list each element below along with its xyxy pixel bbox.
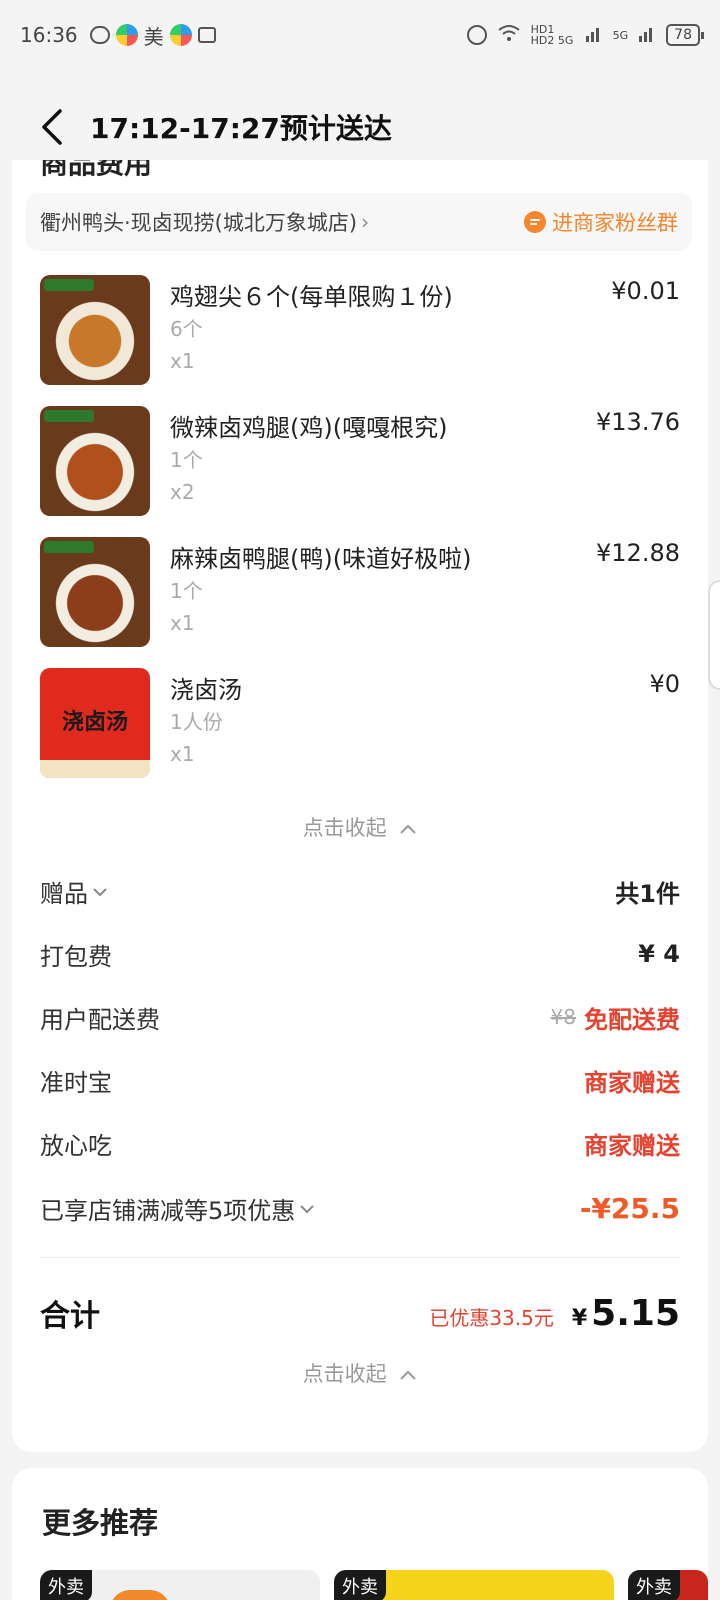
discount-label: 已享店铺满减等5项优惠	[40, 1196, 296, 1225]
app-label: 美	[143, 24, 164, 49]
fan-group-label: 进商家粉丝群	[552, 211, 678, 235]
currency-symbol: ¥	[571, 1305, 588, 1331]
wifi-icon	[497, 24, 521, 46]
list-item[interactable]: 麻辣卤鸭腿(鸭)(味道好极啦) 1个 x1 ¥12.88	[40, 537, 680, 649]
item-spec: 1个	[170, 579, 203, 603]
item-price: ¥0	[649, 670, 680, 698]
network-label-2: 5G	[612, 28, 629, 42]
store-link[interactable]: 衢州鸭头·现卤现捞(城北万象城店) ›	[40, 207, 369, 237]
packing-fee-row: 打包费 ¥ 4	[40, 934, 680, 974]
discount-row[interactable]: 已享店铺满减等5项优惠 -¥25.5	[40, 1188, 680, 1228]
order-card: 商品费用 衢州鸭头·现卤现捞(城北万象城店) › 进商家粉丝群 鸡翅尖６个(每单…	[12, 160, 708, 1452]
thumb-text: 浇卤汤	[61, 710, 128, 735]
page-title: 17:12-17:27预计送达	[90, 112, 392, 145]
side-drawer-handle[interactable]	[708, 580, 720, 690]
packing-fee-label: 打包费	[40, 942, 112, 971]
ontime-value: 商家赠送	[584, 1068, 680, 1097]
ontime-row: 准时宝 商家赠送	[40, 1060, 680, 1100]
network-label-1: HD1 HD2 5G	[530, 23, 574, 47]
delivery-fee-value: 免配送费	[584, 1005, 680, 1034]
food-image	[40, 275, 150, 385]
saved-amount: 已优惠33.5元	[429, 1305, 554, 1330]
food-image	[40, 406, 150, 516]
delivery-original-price: ¥8	[550, 1005, 576, 1029]
total-label: 合计	[40, 1299, 100, 1334]
item-price: ¥0.01	[611, 277, 680, 305]
collapse-label: 点击收起	[302, 1362, 387, 1386]
app-icon	[169, 24, 192, 46]
message-icon	[89, 26, 110, 44]
item-spec: 1人份	[170, 710, 223, 734]
safe-eat-label: 放心吃	[40, 1131, 112, 1160]
item-quantity: x1	[170, 349, 195, 373]
safe-eat-row: 放心吃 商家赠送	[40, 1123, 680, 1163]
back-arrow-icon[interactable]	[40, 107, 68, 147]
app-icon	[115, 24, 138, 46]
takeout-tag: 外卖	[334, 1570, 386, 1600]
chevron-down-icon	[92, 882, 108, 901]
safe-eat-value: 商家赠送	[584, 1131, 680, 1160]
item-name: 麻辣卤鸭腿(鸭)(味道好极啦)	[170, 545, 472, 573]
collapse-fees-button[interactable]: 点击收起	[12, 1358, 708, 1388]
item-quantity: x1	[170, 611, 195, 635]
store-row[interactable]: 衢州鸭头·现卤现捞(城北万象城店) › 进商家粉丝群	[26, 193, 692, 251]
total-right: 已优惠33.5元 ¥ 5.15	[429, 1293, 680, 1334]
recommend-tile[interactable]: 外卖	[40, 1570, 320, 1600]
item-quantity: x2	[170, 480, 195, 504]
gallery-icon	[197, 27, 216, 43]
status-time: 16:36	[20, 23, 78, 47]
status-left: 16:36 美	[20, 21, 216, 50]
gift-row[interactable]: 赠品 共1件	[40, 871, 680, 911]
gift-label: 赠品	[40, 879, 88, 908]
recommend-tile[interactable]: 外卖	[628, 1570, 708, 1600]
list-item[interactable]: 浇卤汤 浇卤汤 1人份 x1 ¥0	[40, 668, 680, 780]
gift-value: 共1件	[615, 879, 680, 908]
header: 17:12-17:27预计送达	[0, 92, 720, 162]
recommend-card: 更多推荐 外卖 外卖 外卖	[12, 1468, 708, 1600]
item-name: 浇卤汤	[170, 676, 242, 704]
ontime-label: 准时宝	[40, 1068, 112, 1097]
item-spec: 6个	[170, 317, 203, 341]
status-bar: 16:36 美 HD1 HD2 5G 5G 78	[0, 0, 720, 70]
fan-group-button[interactable]: 进商家粉丝群	[524, 207, 678, 237]
takeout-tag: 外卖	[40, 1570, 92, 1600]
recommend-title: 更多推荐	[42, 1506, 159, 1540]
chat-bubble-icon	[524, 211, 546, 233]
delivery-fee-row: 用户配送费 ¥8 免配送费	[40, 997, 680, 1037]
collapse-items-button[interactable]: 点击收起	[12, 812, 708, 842]
chevron-down-icon	[299, 1199, 315, 1218]
total-amount: 5.15	[591, 1292, 680, 1334]
item-name: 鸡翅尖６个(每单限购１份)	[170, 283, 453, 311]
signal-icon	[585, 24, 603, 46]
divider	[40, 1257, 680, 1258]
store-name: 衢州鸭头·现卤现捞(城北万象城店)	[40, 211, 358, 235]
collapse-label: 点击收起	[302, 816, 387, 840]
chevron-right-icon: ›	[361, 210, 370, 234]
delivery-fee-label: 用户配送费	[40, 1005, 160, 1034]
item-price: ¥13.76	[596, 408, 680, 436]
recommend-tile[interactable]: 外卖	[334, 1570, 614, 1600]
status-right: HD1 HD2 5G 5G 78	[466, 23, 704, 47]
item-name: 微辣卤鸡腿(鸡)(嘎嘎根究)	[170, 414, 448, 442]
chevron-up-icon	[399, 816, 417, 840]
food-image: 浇卤汤	[40, 668, 150, 778]
packing-fee-value: ¥ 4	[638, 940, 680, 968]
battery-icon: 78	[666, 24, 704, 46]
section-heading: 商品费用	[40, 160, 153, 180]
signal-icon	[638, 24, 656, 46]
item-spec: 1个	[170, 448, 203, 472]
list-item[interactable]: 鸡翅尖６个(每单限购１份) 6个 x1 ¥0.01	[40, 275, 680, 387]
item-price: ¥12.88	[596, 539, 680, 567]
alarm-icon	[466, 25, 487, 45]
list-item[interactable]: 微辣卤鸡腿(鸡)(嘎嘎根究) 1个 x2 ¥13.76	[40, 406, 680, 518]
chevron-up-icon	[399, 1362, 417, 1386]
total-row: 合计 已优惠33.5元 ¥ 5.15	[40, 1288, 680, 1338]
delivery-fee-values: ¥8 免配送费	[551, 1000, 680, 1035]
food-image	[40, 537, 150, 647]
item-quantity: x1	[170, 742, 195, 766]
discount-value: -¥25.5	[579, 1191, 680, 1225]
takeout-tag: 外卖	[628, 1570, 680, 1600]
